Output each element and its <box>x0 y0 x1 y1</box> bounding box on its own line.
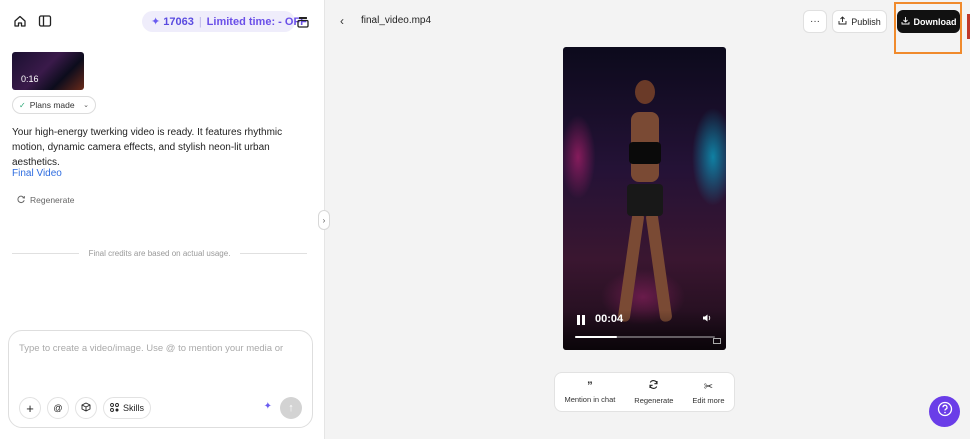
sparkle-icon[interactable]: ✦ <box>264 401 272 412</box>
video-thumbnail[interactable]: 0:16 <box>12 52 84 90</box>
regenerate-label: Regenerate <box>30 195 75 205</box>
back-button[interactable]: ‹ <box>340 14 344 28</box>
credits-note: Final credits are based on actual usage. <box>88 249 231 258</box>
action-label: Mention in chat <box>564 395 616 404</box>
plans-made-toggle[interactable]: ✓ Plans made ⌄ <box>12 96 96 114</box>
scissors-icon: ✂ <box>703 380 714 393</box>
action-label: Edit more <box>692 395 725 405</box>
add-button[interactable]: + <box>19 397 41 419</box>
cube-icon <box>81 402 91 414</box>
publish-label: Publish <box>851 16 881 27</box>
assistant-message: Your high-energy twerking video is ready… <box>12 127 283 168</box>
cube-button[interactable] <box>75 397 97 419</box>
skills-icon <box>110 402 119 414</box>
progress-fill <box>575 336 617 338</box>
history-icon[interactable] <box>293 12 313 32</box>
pause-icon[interactable] <box>577 315 585 325</box>
sidebar-topbar: ✦ 17063 | Limited time: - OFF <box>10 10 312 34</box>
regenerate-video-button[interactable]: Regenerate <box>634 379 673 405</box>
help-button[interactable] <box>929 396 960 427</box>
home-icon[interactable] <box>10 11 30 31</box>
video-actions-bar: ” Mention in chat Regenerate ✂ Edit more <box>554 372 735 412</box>
share-icon <box>838 16 847 27</box>
regenerate-button[interactable]: Regenerate <box>16 194 74 206</box>
at-label: @ <box>53 403 63 413</box>
mention-in-chat-button[interactable]: ” Mention in chat <box>564 380 615 404</box>
file-name: final_video.mp4 <box>361 15 432 26</box>
chat-panel: ✦ 17063 | Limited time: - OFF 0:16 ✓ Pla… <box>0 0 325 439</box>
figure-top <box>629 142 661 164</box>
quote-icon: ” <box>587 380 593 392</box>
chat-input-placeholder[interactable]: Type to create a video/image. Use @ to m… <box>19 343 283 354</box>
highlight-box <box>894 2 962 54</box>
refresh-icon <box>648 379 659 393</box>
divider-line <box>12 253 79 254</box>
divider-line <box>240 253 307 254</box>
mention-button[interactable]: @ <box>47 397 69 419</box>
send-button[interactable]: ↑ <box>280 397 302 419</box>
action-label: Regenerate <box>634 396 674 405</box>
chat-input-box[interactable]: Type to create a video/image. Use @ to m… <box>8 330 313 428</box>
refresh-icon <box>16 194 26 206</box>
video-player[interactable]: 00:04 <box>563 47 726 350</box>
video-frame-figure <box>615 72 675 337</box>
sparkle-icon: ✦ <box>151 16 161 28</box>
check-icon: ✓ <box>19 100 26 110</box>
edit-more-button[interactable]: ✂ Edit more <box>692 380 724 405</box>
skills-button[interactable]: Skills <box>103 397 151 419</box>
figure-leg <box>617 211 645 323</box>
arrow-up-icon: ↑ <box>288 402 294 414</box>
chevron-down-icon: ⌄ <box>83 102 89 109</box>
collapse-panel-button[interactable]: › <box>318 210 330 230</box>
plus-icon: + <box>26 400 34 416</box>
publish-button[interactable]: Publish <box>832 10 887 33</box>
credits-divider: Final credits are based on actual usage. <box>12 249 307 258</box>
progress-bar[interactable] <box>575 336 715 338</box>
thumbnail-duration: 0:16 <box>21 74 39 84</box>
sidebar-toggle-icon[interactable] <box>35 11 55 31</box>
more-options-button[interactable]: ··· <box>803 10 827 33</box>
credits-badge[interactable]: ✦ 17063 | Limited time: - OFF <box>142 11 307 32</box>
figure-shorts <box>627 184 663 216</box>
current-time: 00:04 <box>595 313 624 325</box>
volume-icon[interactable] <box>702 313 712 326</box>
help-icon <box>937 401 953 422</box>
more-icon: ··· <box>810 16 820 27</box>
fullscreen-icon[interactable] <box>713 338 721 344</box>
chevron-right-icon: › <box>322 215 326 225</box>
figure-leg <box>645 211 673 323</box>
credits-separator: | <box>198 15 202 28</box>
final-video-link[interactable]: Final Video <box>12 168 62 179</box>
credits-count: 17063 <box>163 15 194 28</box>
plans-label: Plans made <box>29 100 75 110</box>
figure-head <box>635 80 655 104</box>
skills-label: Skills <box>122 403 144 413</box>
chevron-left-icon: ‹ <box>340 14 344 28</box>
promo-text: Limited time: - OFF <box>206 15 307 28</box>
